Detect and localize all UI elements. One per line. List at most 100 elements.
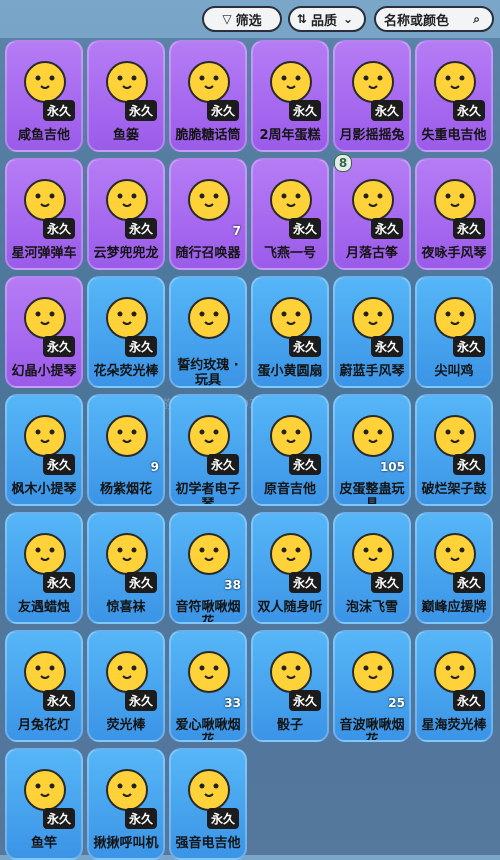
item-name: 月兔花灯 bbox=[17, 718, 70, 733]
item-tile[interactable]: 永久双人随身听 bbox=[251, 512, 329, 624]
item-tile[interactable]: 永久 咸鱼吉他 bbox=[5, 40, 83, 152]
item-tile[interactable]: 永久月影摇摇兔 bbox=[333, 40, 411, 152]
item-name: 云梦兜兜龙 bbox=[93, 246, 159, 261]
item-tile[interactable]: 永久 脆脆糖话筒 bbox=[169, 40, 247, 152]
permanent-badge: 永久 bbox=[42, 454, 75, 475]
item-tile[interactable]: 33 爱心啾啾烟花 bbox=[169, 630, 247, 742]
item-tile[interactable]: 永久 巅峰应援牌 bbox=[415, 512, 493, 624]
item-tile[interactable]: 永久鱼竿 bbox=[5, 748, 83, 860]
item-tile[interactable]: 永久云梦兜兜龙 bbox=[87, 158, 165, 270]
quality-sort-button[interactable]: ⇅ 品质 ⌄ bbox=[288, 6, 366, 32]
permanent-badge: 永久 bbox=[42, 690, 75, 711]
permanent-badge: 永久 bbox=[42, 572, 75, 593]
item-tile[interactable]: 永久 初学者电子琴 bbox=[169, 394, 247, 506]
permanent-badge: 永久 bbox=[42, 808, 75, 829]
item-name: 飞燕一号 bbox=[263, 246, 316, 261]
permanent-badge: 永久 bbox=[452, 100, 485, 121]
item-tile[interactable]: 永久 原音吉他 bbox=[251, 394, 329, 506]
item-name: 友遇蜡烛 bbox=[17, 600, 70, 615]
item-name: 星海荧光棒 bbox=[421, 718, 487, 733]
permanent-badge: 永久 bbox=[370, 572, 403, 593]
permanent-badge: 永久 bbox=[206, 454, 239, 475]
item-icon bbox=[352, 415, 394, 457]
quality-label: 品质 bbox=[310, 13, 337, 29]
permanent-badge: 永久 bbox=[370, 336, 403, 357]
permanent-badge: 永久 bbox=[42, 336, 75, 357]
item-name: 泡沫飞雪 bbox=[345, 600, 398, 615]
item-tile[interactable]: 38 音符啾啾烟花 bbox=[169, 512, 247, 624]
item-tile[interactable]: 永久飞燕一号 bbox=[251, 158, 329, 270]
item-icon bbox=[352, 651, 394, 693]
item-tile[interactable]: 永久 2周年蛋糕 bbox=[251, 40, 329, 152]
item-name: 月落古筝 bbox=[345, 246, 398, 261]
item-name: 鱼篓 bbox=[112, 128, 139, 143]
filter-button[interactable]: ▽ 筛选 bbox=[202, 6, 282, 32]
permanent-badge: 永久 bbox=[288, 218, 321, 239]
item-tile[interactable]: 永久揪揪呼叫机 bbox=[87, 748, 165, 860]
item-tile[interactable]: 9 杨紫烟花 bbox=[87, 394, 165, 506]
item-tile[interactable]: 永久友遇蜡烛 bbox=[5, 512, 83, 624]
item-name: 尖叫鸡 bbox=[434, 364, 474, 379]
chevron-down-icon: ⌄ bbox=[343, 12, 354, 26]
item-count: 7 bbox=[232, 224, 241, 238]
item-tile[interactable]: 永久 失重电吉他 bbox=[415, 40, 493, 152]
search-input[interactable]: 名称或颜色 ⌕ bbox=[374, 6, 494, 32]
item-name: 破烂架子鼓 bbox=[421, 482, 487, 497]
permanent-badge: 永久 bbox=[124, 218, 157, 239]
item-tile[interactable]: 永久幻晶小提琴 bbox=[5, 276, 83, 388]
item-tile[interactable]: 誓约玫瑰 · 玩具 bbox=[169, 276, 247, 388]
item-name: 骰子 bbox=[276, 718, 303, 733]
search-label: 名称或颜色 bbox=[384, 13, 450, 29]
permanent-badge: 永久 bbox=[124, 100, 157, 121]
item-name: 幻晶小提琴 bbox=[11, 364, 77, 379]
permanent-badge: 永久 bbox=[124, 690, 157, 711]
permanent-badge: 永久 bbox=[452, 218, 485, 239]
item-name: 音波啾啾烟花 bbox=[339, 718, 405, 742]
item-count: 105 bbox=[379, 460, 405, 474]
item-name: 夜咏手风琴 bbox=[421, 246, 487, 261]
item-name: 强音电吉他 bbox=[175, 836, 241, 851]
item-tile[interactable]: 永久 花朵荧光棒 bbox=[87, 276, 165, 388]
item-name: 月影摇摇兔 bbox=[339, 128, 405, 143]
item-tile[interactable]: 永久 惊喜袜 bbox=[87, 512, 165, 624]
item-tile[interactable]: 永久 荧光棒 bbox=[87, 630, 165, 742]
permanent-badge: 永久 bbox=[452, 454, 485, 475]
item-tile[interactable]: 永久夜咏手风琴 bbox=[415, 158, 493, 270]
item-name: 枫木小提琴 bbox=[11, 482, 77, 497]
item-tile[interactable]: 25 音波啾啾烟花 bbox=[333, 630, 411, 742]
item-name: 爱心啾啾烟花 bbox=[175, 718, 241, 742]
item-tile[interactable]: 永久尖叫鸡 bbox=[415, 276, 493, 388]
item-name: 揪揪呼叫机 bbox=[93, 836, 159, 851]
item-tile[interactable]: 永久 蛋小黄圆扇 bbox=[251, 276, 329, 388]
item-icon bbox=[188, 179, 230, 221]
item-tile[interactable]: 永久 星河弹弹车 bbox=[5, 158, 83, 270]
permanent-badge: 永久 bbox=[370, 100, 403, 121]
item-tile[interactable]: 永久 强音电吉他 bbox=[169, 748, 247, 860]
permanent-badge: 永久 bbox=[452, 336, 485, 357]
item-name: 皮蛋整蛊玩具 bbox=[339, 482, 405, 506]
item-name: 巅峰应援牌 bbox=[421, 600, 487, 615]
item-name: 2周年蛋糕 bbox=[259, 128, 321, 143]
sort-icon: ⇅ bbox=[296, 12, 307, 26]
item-name: 脆脆糖话筒 bbox=[175, 128, 241, 143]
item-tile[interactable]: 永久 月落古筝 bbox=[333, 158, 411, 270]
item-tile[interactable]: 永久泡沫飞雪 bbox=[333, 512, 411, 624]
item-tile[interactable]: 105 皮蛋整蛊玩具 bbox=[333, 394, 411, 506]
item-tile[interactable]: 永久 蔚蓝手风琴 bbox=[333, 276, 411, 388]
item-tile[interactable]: 永久星海荧光棒 bbox=[415, 630, 493, 742]
item-tile[interactable]: 永久 骰子 bbox=[251, 630, 329, 742]
item-tile[interactable]: 永久破烂架子鼓 bbox=[415, 394, 493, 506]
item-icon bbox=[188, 533, 230, 575]
permanent-badge: 永久 bbox=[452, 690, 485, 711]
item-tile[interactable]: 永久枫木小提琴 bbox=[5, 394, 83, 506]
item-icon bbox=[188, 651, 230, 693]
item-name: 誓约玫瑰 · 玩具 bbox=[177, 358, 239, 388]
item-name: 双人随身听 bbox=[257, 600, 323, 615]
item-tile[interactable]: 永久月兔花灯 bbox=[5, 630, 83, 742]
item-tile[interactable]: 7 随行召唤器 bbox=[169, 158, 247, 270]
item-count: 9 bbox=[150, 460, 159, 474]
permanent-badge: 永久 bbox=[288, 572, 321, 593]
permanent-badge: 永久 bbox=[124, 808, 157, 829]
item-tile[interactable]: 永久鱼篓 bbox=[87, 40, 165, 152]
item-name: 鱼竿 bbox=[30, 836, 57, 851]
